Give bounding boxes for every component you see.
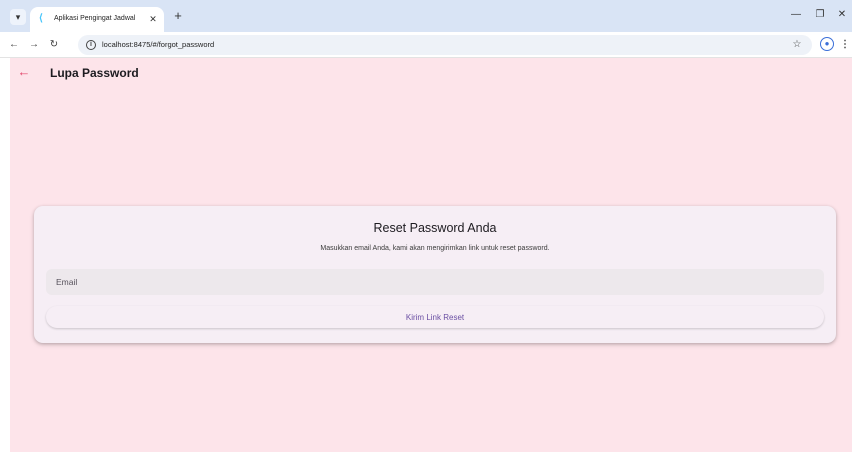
page-title: Lupa Password [50,66,139,80]
card-description: Masukkan email Anda, kami akan mengirimk… [320,245,550,252]
arrow-left-icon[interactable]: ← [16,64,32,80]
browser-tab[interactable]: ⟨ Aplikasi Pengingat Jadwal ✕ [30,7,164,32]
email-field[interactable] [46,269,824,295]
app-bar: ← Lupa Password [10,58,852,88]
reset-password-card: Reset Password Anda Masukkan email Anda,… [34,206,836,343]
arrow-right-icon[interactable]: → [26,37,42,53]
minimize-icon[interactable]: — [788,7,804,23]
browser-tab-strip: ▾ ⟨ Aplikasi Pengingat Jadwal ✕ + — ❐ ✕ [0,0,852,32]
card-title: Reset Password Anda [373,221,497,235]
profile-icon[interactable]: ● [820,37,834,51]
info-icon[interactable]: i [86,40,96,50]
app-viewport: ← Lupa Password Reset Password Anda Masu… [10,58,852,452]
tab-title: Aplikasi Pengingat Jadwal [54,15,136,22]
flutter-icon: ⟨ [39,13,43,24]
restore-icon[interactable]: ❐ [812,7,828,23]
chevron-down-icon[interactable]: ▾ [10,9,26,25]
arrow-left-icon[interactable]: ← [6,37,22,53]
star-icon[interactable]: ☆ [790,38,804,52]
close-icon[interactable]: ✕ [834,7,850,23]
send-reset-link-button[interactable]: Kirim Link Reset [46,306,824,328]
plus-icon[interactable]: + [170,8,186,24]
close-icon[interactable]: ✕ [147,12,159,26]
kebab-icon[interactable]: ⋮ [840,37,850,53]
reload-icon[interactable]: ↻ [46,37,62,53]
address-bar[interactable]: i localhost:8475/#/forgot_password ☆ [78,35,812,55]
browser-toolbar: ← → ↻ i localhost:8475/#/forgot_password… [0,32,852,58]
url-text[interactable]: localhost:8475/#/forgot_password [102,39,214,51]
